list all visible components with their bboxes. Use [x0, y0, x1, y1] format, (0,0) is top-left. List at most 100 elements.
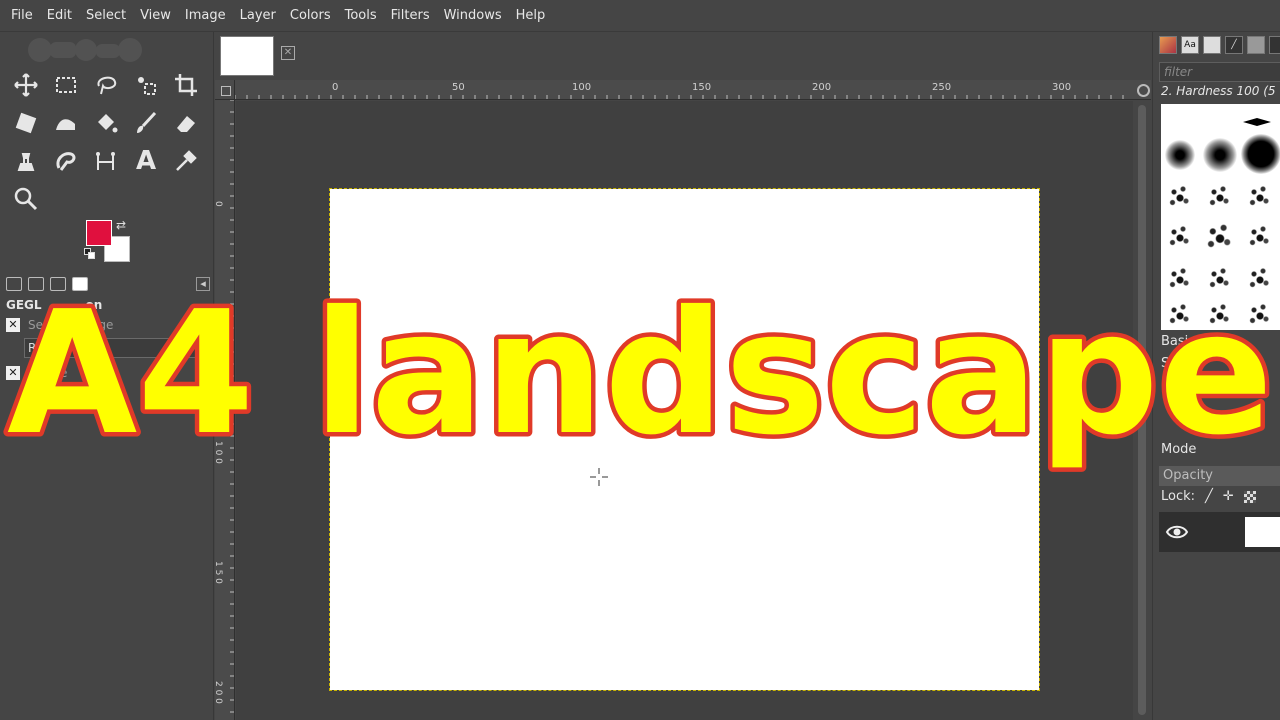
menubar: File Edit Select View Image Layer Colors Tools F…: [0, 0, 1280, 32]
images-tab-icon[interactable]: [72, 277, 88, 291]
brush-splatter[interactable]: [1165, 220, 1195, 250]
crop-icon[interactable]: [166, 66, 206, 104]
fuzzy-select-icon[interactable]: [126, 66, 166, 104]
right-dock-tabs: Aa ╱: [1159, 36, 1280, 54]
tool-options-tabbar: ◂: [4, 274, 210, 294]
paintbrush-icon[interactable]: [126, 104, 166, 142]
fonts-tab-icon[interactable]: Aa: [1181, 36, 1199, 54]
foreground-color-swatch[interactable]: [86, 220, 112, 246]
brush-splatter[interactable]: [1245, 180, 1275, 210]
clone-icon[interactable]: [6, 142, 46, 180]
warp-transform-icon[interactable]: [46, 104, 86, 142]
text-icon[interactable]: A: [126, 142, 166, 180]
toolbox-panel: A ⇄ ◂ GEGL on ✕ Se age R ✕ e: [0, 32, 214, 720]
eye-visibility-icon[interactable]: [1165, 520, 1189, 544]
ruler-tick-label: 5 0: [215, 321, 223, 336]
vertical-ruler[interactable]: 0 5 0 1 0 0 1 5 0 2 0 0: [215, 100, 235, 720]
ruler-tick-label: 0: [332, 82, 338, 93]
patterns-tab-icon[interactable]: [1159, 36, 1177, 54]
brush-splatter[interactable]: [1245, 298, 1275, 328]
vertical-scrollbar[interactable]: [1133, 101, 1151, 720]
right-dock: Aa ╱ filter 2. Hardness 100 (5 Basi Sp M…: [1152, 32, 1280, 720]
wilber-logo: [28, 38, 142, 62]
menu-colors[interactable]: Colors: [283, 0, 338, 32]
ruler-tick-label: 150: [692, 82, 711, 93]
tool-grid: A: [6, 66, 206, 218]
brush-splatter[interactable]: [1165, 298, 1195, 328]
default-colors-icon[interactable]: [84, 248, 96, 260]
layer-mode-label: Mode: [1161, 442, 1197, 457]
smudge-icon[interactable]: [46, 142, 86, 180]
eraser-icon[interactable]: [166, 104, 206, 142]
image-canvas[interactable]: [329, 188, 1040, 691]
menu-view[interactable]: View: [133, 0, 178, 32]
image-tab-thumbnail[interactable]: [220, 36, 274, 76]
lock-pixels-icon[interactable]: ╱: [1205, 489, 1213, 504]
dock-menu-icon[interactable]: [1269, 36, 1280, 54]
horizontal-ruler[interactable]: 0 50 100 150 200 250 300: [235, 80, 1133, 100]
swap-colors-icon[interactable]: ⇄: [116, 218, 126, 232]
menu-select[interactable]: Select: [79, 0, 133, 32]
dock-menu-icon[interactable]: ◂: [196, 277, 210, 291]
close-image-icon[interactable]: ✕: [281, 46, 295, 60]
checkbox-checked-icon[interactable]: ✕: [6, 318, 20, 332]
brush-splatter[interactable]: [1245, 262, 1275, 292]
tool-options-tab-icon[interactable]: [6, 277, 22, 291]
lock-alpha-icon[interactable]: [1243, 490, 1256, 503]
zoom-image-when-window-resizes-icon[interactable]: [1133, 80, 1151, 100]
paths-icon[interactable]: [86, 142, 126, 180]
diamond-brush[interactable]: [1243, 118, 1271, 126]
menu-file[interactable]: File: [4, 0, 40, 32]
brush-splatter[interactable]: [1205, 180, 1235, 210]
gegl-option-row[interactable]: ✕ e: [6, 366, 67, 380]
brush-splatter[interactable]: [1165, 262, 1195, 292]
checkbox-checked-icon[interactable]: ✕: [6, 366, 20, 380]
paint-dynamics-tab-icon[interactable]: ╱: [1225, 36, 1243, 54]
gegl-operation-input[interactable]: R: [24, 338, 206, 358]
menu-tools[interactable]: Tools: [338, 0, 384, 32]
ruler-tick-label: 100: [572, 82, 591, 93]
free-select-icon[interactable]: [86, 66, 126, 104]
rect-select-icon[interactable]: [46, 66, 86, 104]
ruler-tick-label: 0: [215, 201, 223, 207]
ruler-tick-label: 200: [812, 82, 831, 93]
menu-windows[interactable]: Windows: [437, 0, 509, 32]
zoom-icon[interactable]: [6, 180, 46, 218]
layer-row[interactable]: [1159, 512, 1280, 552]
layer-opacity-slider[interactable]: Opacity: [1159, 466, 1280, 486]
brush-soft-small[interactable]: [1165, 140, 1195, 170]
brush-splatter[interactable]: [1205, 262, 1235, 292]
brush-splatter[interactable]: [1165, 180, 1195, 210]
bucket-fill-icon[interactable]: [86, 104, 126, 142]
move-icon[interactable]: [6, 66, 46, 104]
brush-grid[interactable]: [1161, 104, 1280, 330]
menu-edit[interactable]: Edit: [40, 0, 79, 32]
brush-soft-medium[interactable]: [1203, 138, 1237, 172]
device-status-tab-icon[interactable]: [28, 277, 44, 291]
crosshair-cursor-icon: [590, 468, 608, 486]
menu-filters[interactable]: Filters: [384, 0, 437, 32]
lock-position-icon[interactable]: ✛: [1223, 489, 1234, 504]
menu-layer[interactable]: Layer: [233, 0, 283, 32]
unified-transform-icon[interactable]: [6, 104, 46, 142]
menu-image[interactable]: Image: [178, 0, 233, 32]
brush-filter-input[interactable]: filter: [1159, 62, 1280, 82]
quick-mask-toggle[interactable]: [215, 80, 235, 100]
brush-splatter[interactable]: [1245, 220, 1275, 250]
gradients-tab-icon[interactable]: [1247, 36, 1265, 54]
layer-lock-row: Lock: ╱ ✛: [1161, 489, 1256, 504]
ruler-tick-label: 300: [1052, 82, 1071, 93]
ruler-tick-label: 2 0 0: [215, 681, 223, 704]
ruler-tick-label: 50: [452, 82, 465, 93]
color-picker-icon[interactable]: [166, 142, 206, 180]
menu-help[interactable]: Help: [509, 0, 553, 32]
brushes-tab-icon[interactable]: [1203, 36, 1221, 54]
spacing-label: Sp: [1161, 356, 1178, 371]
ruler-tick-label: 250: [932, 82, 951, 93]
brush-hard-large[interactable]: [1241, 134, 1280, 174]
undo-history-tab-icon[interactable]: [50, 277, 66, 291]
brush-splatter[interactable]: [1202, 217, 1238, 253]
scrollbar-thumb[interactable]: [1138, 105, 1146, 715]
gegl-option-row[interactable]: ✕ Se age: [6, 318, 113, 332]
brush-splatter[interactable]: [1205, 298, 1235, 328]
